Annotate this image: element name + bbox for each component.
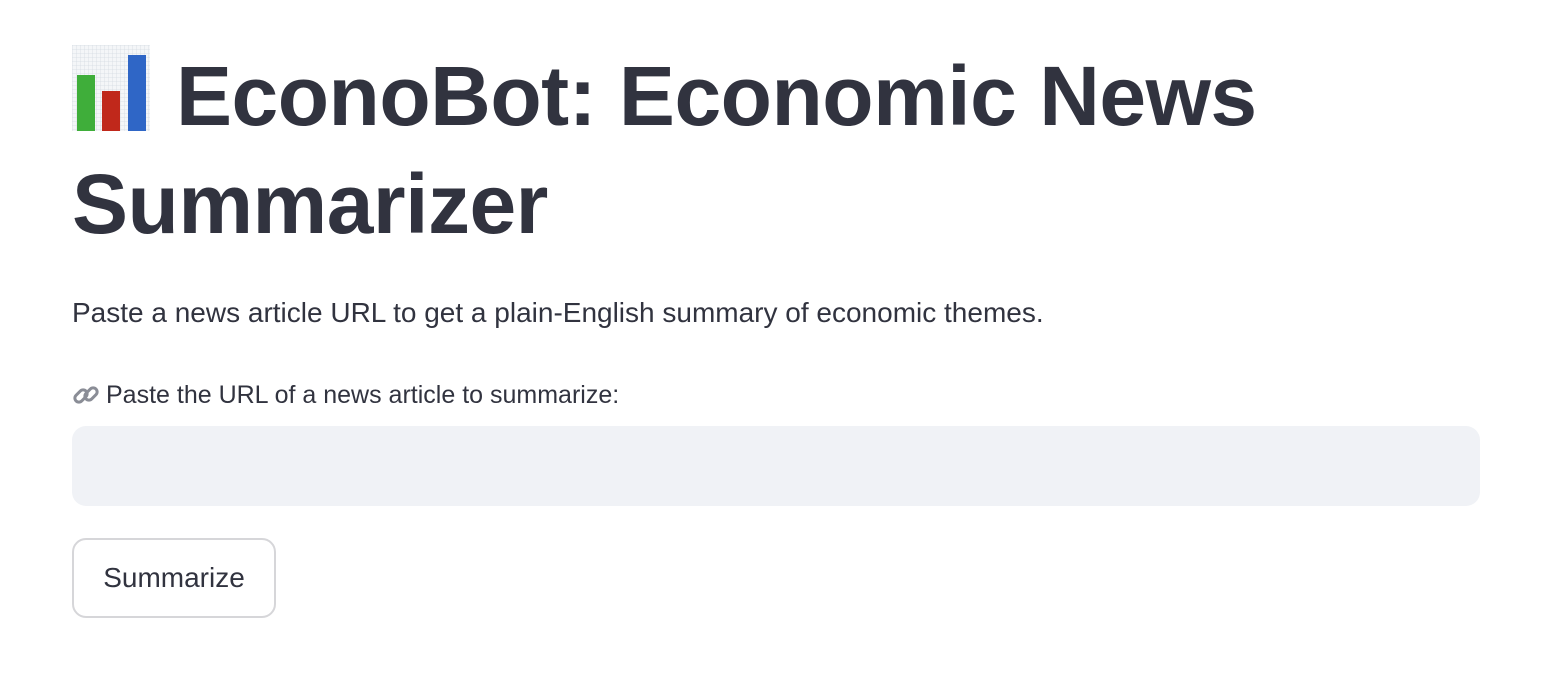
url-input[interactable] — [72, 426, 1480, 506]
link-icon — [72, 381, 100, 409]
url-field-label: Paste the URL of a news article to summa… — [72, 378, 619, 412]
url-field-label-text: Paste the URL of a news article to summa… — [106, 381, 620, 409]
summarize-button[interactable]: Summarize — [72, 538, 276, 618]
intro-text: Paste a news article URL to get a plain-… — [72, 297, 1044, 328]
page-title: EconoBot: Economic News Summarizer — [72, 42, 1372, 258]
bar-chart-icon — [72, 45, 150, 131]
page-title-text: EconoBot: Economic News Summarizer — [72, 49, 1257, 251]
